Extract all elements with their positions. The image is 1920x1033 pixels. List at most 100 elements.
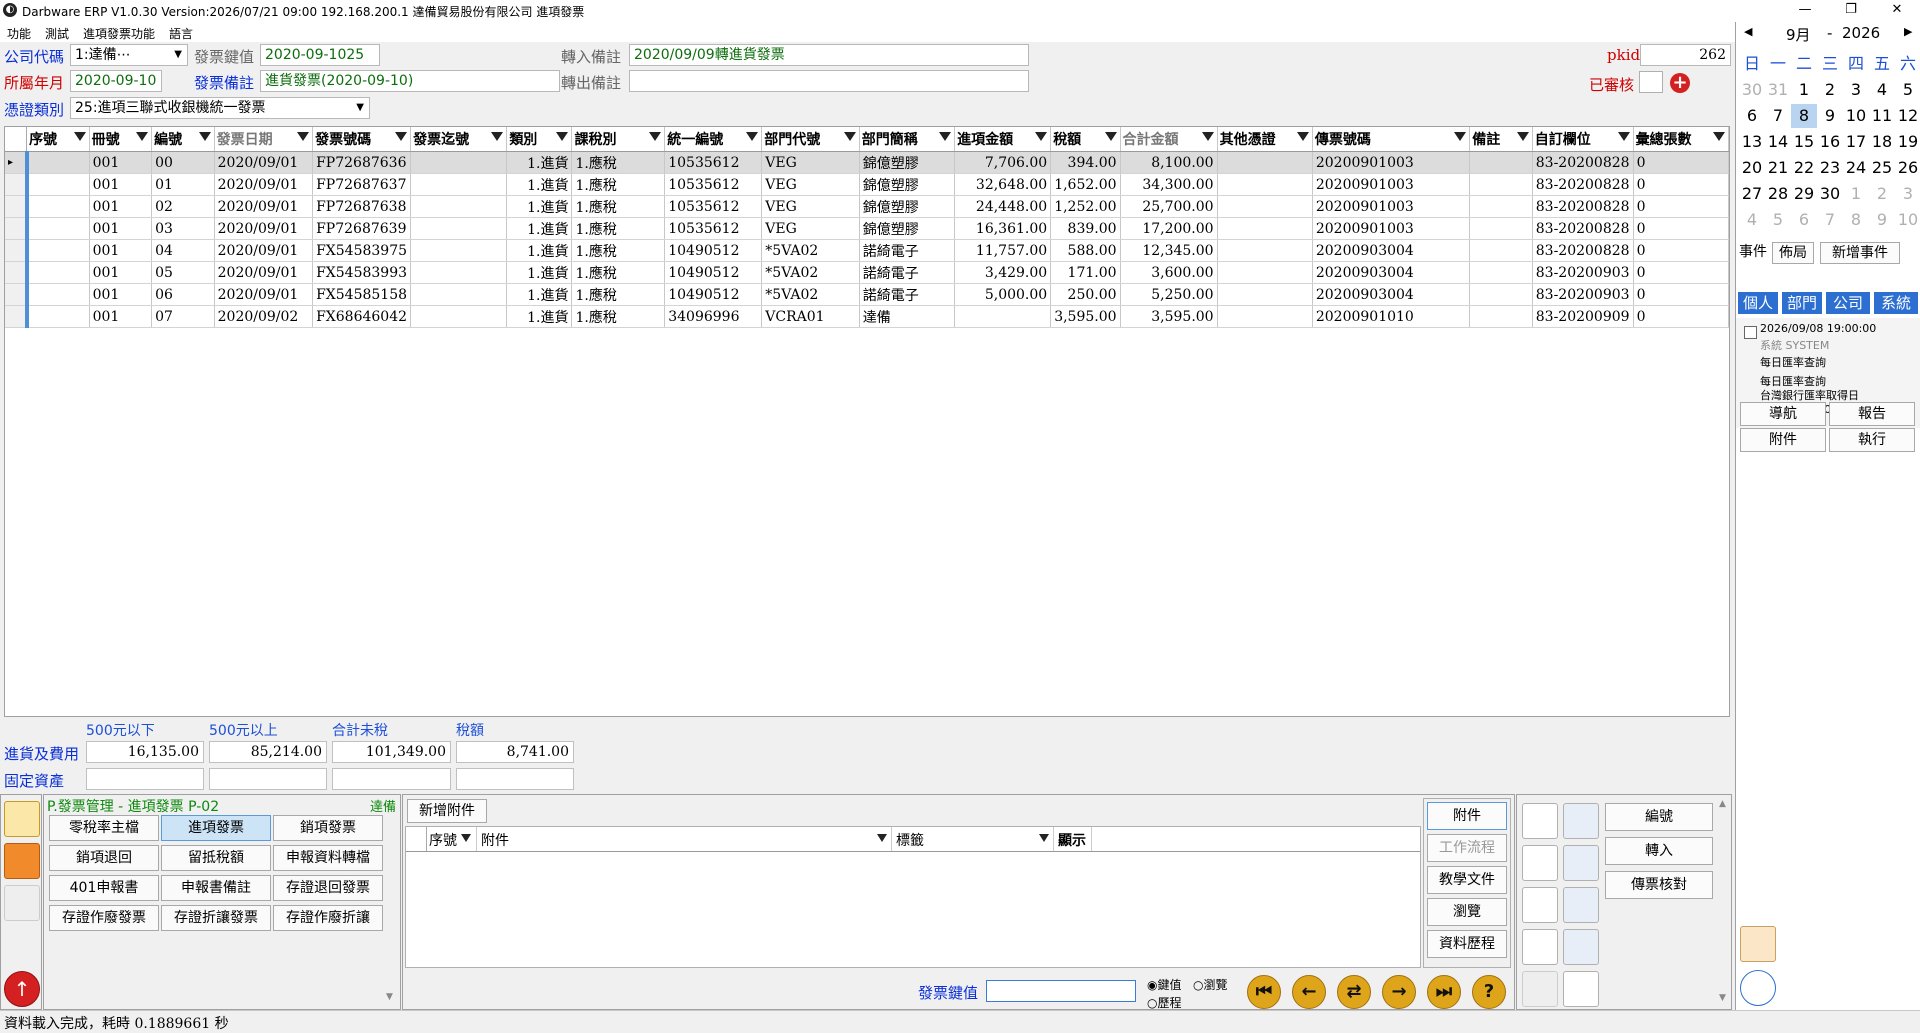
cell-custom[interactable]: 83-20200828 [1532, 217, 1634, 240]
cell-voucher-no[interactable]: 20200901003 [1312, 173, 1471, 196]
cell-dept-code[interactable]: VEG [761, 173, 860, 196]
row-indicator[interactable] [5, 305, 28, 328]
browse-button[interactable]: 瀏覽 [1427, 898, 1507, 926]
calendar-day[interactable]: 2 [1817, 78, 1843, 102]
purchase-invoice-button[interactable]: 進項發票 [161, 815, 271, 841]
cell-count[interactable]: 0 [1633, 217, 1729, 240]
radio-history[interactable]: ○歷程 [1147, 994, 1182, 1011]
row-indicator[interactable] [5, 261, 28, 284]
cell-number[interactable]: 04 [151, 239, 215, 262]
col-header-tax-id[interactable]: 統一編號 [664, 127, 763, 152]
category-personal[interactable]: 個人 [1738, 292, 1778, 314]
cell-invoice-date[interactable]: 2020/09/01 [214, 195, 314, 218]
table-row[interactable]: ▸ 001 00 2020/09/01 FP72687636 1.進貨 1.應稅 105356… [5, 151, 1729, 174]
cell-dept-name[interactable]: 諾綺電子 [859, 283, 956, 306]
cell-other-voucher[interactable] [1217, 151, 1313, 174]
cell-custom[interactable]: 83-20200828 [1532, 173, 1634, 196]
attach-col-seq[interactable]: 序號 [429, 830, 457, 850]
pkid-field[interactable]: 262 [1640, 44, 1731, 66]
calendar-year[interactable]: 2026 [1842, 24, 1880, 42]
filter-icon[interactable] [395, 132, 408, 141]
calendar-day[interactable]: 8 [1843, 208, 1869, 232]
radio-browse[interactable]: ○瀏覽 [1193, 976, 1228, 993]
cell-dept-name[interactable]: 諾綺電子 [859, 239, 956, 262]
calendar-day[interactable]: 31 [1765, 78, 1791, 102]
col-header-other-voucher[interactable]: 其他憑證 [1217, 127, 1313, 152]
invoice-note-field[interactable]: 進貨發票(2020-09-10) [260, 70, 560, 92]
cell-tax-type[interactable]: 1.應稅 [571, 173, 666, 196]
last-record-icon[interactable]: ⏭ [1427, 975, 1461, 1009]
filter-icon[interactable] [1296, 132, 1309, 141]
event-checkbox[interactable] [1744, 326, 1757, 339]
filter-icon[interactable] [649, 132, 662, 141]
cell-dept-code[interactable]: *5VA02 [761, 283, 860, 306]
cell-category[interactable]: 1.進貨 [506, 173, 573, 196]
filter-icon[interactable] [843, 132, 856, 141]
cell-total[interactable]: 8,100.00 [1120, 151, 1218, 174]
cell-category[interactable]: 1.進貨 [506, 151, 573, 174]
cell-tax-id[interactable]: 10535612 [664, 217, 763, 240]
prev-record-icon[interactable]: ← [1292, 975, 1326, 1009]
cell-book[interactable]: 001 [89, 217, 153, 240]
col-header-tax[interactable]: 稅額 [1050, 127, 1121, 152]
calendar-day[interactable]: 4 [1869, 78, 1895, 102]
events-tab[interactable]: 事件 [1736, 242, 1770, 264]
filter-icon[interactable] [1039, 834, 1049, 842]
attach-col-display[interactable]: 顯示 [1058, 830, 1086, 850]
cell-invoice-date[interactable]: 2020/09/01 [214, 239, 314, 262]
filter-icon[interactable] [1201, 132, 1214, 141]
numbering-button[interactable]: 編號 [1605, 803, 1713, 831]
transfer-in-field[interactable]: 2020/09/09轉進貨發票 [629, 44, 1029, 66]
cell-total[interactable]: 34,300.00 [1120, 173, 1218, 196]
cell-count[interactable]: 0 [1633, 195, 1729, 218]
cell-invoice-date[interactable]: 2020/09/02 [214, 305, 314, 328]
cell-book[interactable]: 001 [89, 173, 153, 196]
cell-tax[interactable]: 588.00 [1050, 239, 1121, 262]
folder-icon[interactable] [4, 885, 40, 921]
row-indicator[interactable] [5, 217, 28, 240]
cell-tax[interactable]: 394.00 [1050, 151, 1121, 174]
certified-void-button[interactable]: 存證作廢發票 [49, 905, 159, 931]
add-document-icon[interactable] [1522, 845, 1558, 881]
cell-book[interactable]: 001 [89, 151, 153, 174]
close-button[interactable]: ✕ [1874, 0, 1920, 22]
col-header-invoice-date[interactable]: 發票日期 [214, 127, 314, 152]
calendar-attachment-button[interactable]: 附件 [1740, 428, 1826, 452]
row-indicator[interactable]: ▸ [5, 151, 28, 174]
transfer-out-field[interactable] [629, 70, 1029, 92]
cell-note[interactable] [1469, 305, 1533, 328]
cell-invoice-end-no[interactable] [410, 217, 508, 240]
col-header-invoice-no[interactable]: 發票號碼 [312, 127, 412, 152]
refresh-icon[interactable]: ⇄ [1337, 975, 1371, 1009]
cell-invoice-end-no[interactable] [410, 151, 508, 174]
calendar-day[interactable]: 22 [1791, 156, 1817, 180]
attach-col-file[interactable]: 附件 [481, 830, 509, 850]
col-header-category[interactable]: 類別 [506, 127, 573, 152]
cell-tax-id[interactable]: 34096996 [664, 305, 763, 328]
filter-icon[interactable] [1104, 132, 1117, 141]
cell-dept-code[interactable]: VCRA01 [761, 305, 860, 328]
cell-invoice-date[interactable]: 2020/09/01 [214, 261, 314, 284]
calendar-day[interactable]: 12 [1895, 104, 1920, 128]
cell-tax[interactable]: 250.00 [1050, 283, 1121, 306]
cell-total[interactable]: 3,600.00 [1120, 261, 1218, 284]
calendar-day[interactable]: 29 [1791, 182, 1817, 206]
add-attachment-button[interactable]: 新增附件 [407, 799, 487, 823]
filter-icon[interactable] [297, 132, 310, 141]
next-month-icon[interactable]: ▶ [1904, 25, 1912, 38]
calendar-month[interactable]: 9月 [1786, 24, 1811, 45]
cell-invoice-end-no[interactable] [410, 261, 508, 284]
cell-invoice-no[interactable]: FX54583975 [312, 239, 412, 262]
cell-voucher-no[interactable]: 20200901003 [1312, 195, 1471, 218]
report-button[interactable]: 報告 [1829, 402, 1915, 426]
col-header-number[interactable]: 編號 [151, 127, 215, 152]
calendar-day[interactable]: 21 [1765, 156, 1791, 180]
cell-tax-type[interactable]: 1.應稅 [571, 195, 666, 218]
cell-total[interactable]: 17,200.00 [1120, 217, 1218, 240]
cell-total[interactable]: 25,700.00 [1120, 195, 1218, 218]
cell-custom[interactable]: 83-20200909 [1532, 305, 1634, 328]
cell-note[interactable] [1469, 151, 1533, 174]
filter-icon[interactable] [1713, 132, 1725, 141]
cell-number[interactable]: 02 [151, 195, 215, 218]
company-select[interactable]: 1:達備⋯ ▼ [70, 44, 188, 66]
